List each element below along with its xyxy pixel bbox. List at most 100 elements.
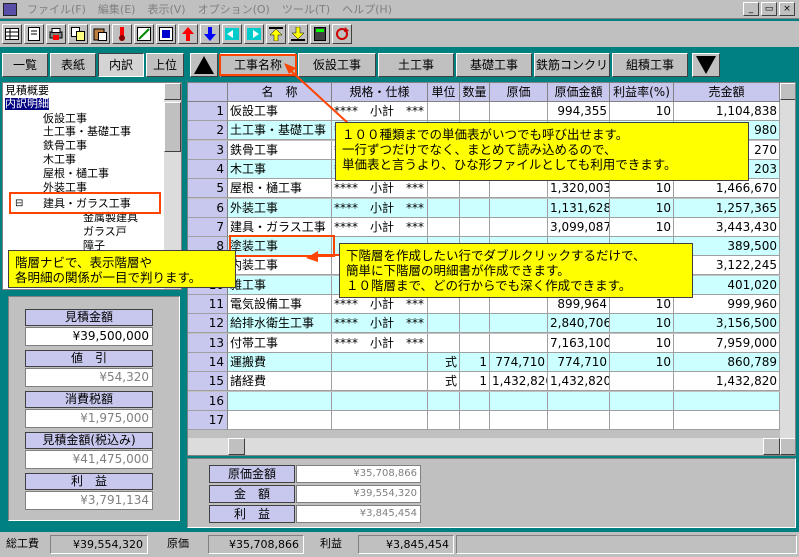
- cell-cost[interactable]: [490, 391, 548, 411]
- table-row[interactable]: 14 運搬費式 1 774,710 774,710 10 860,789: [188, 352, 780, 372]
- cell-name[interactable]: 運搬費: [228, 352, 332, 372]
- cell-rate[interactable]: 10: [610, 179, 674, 199]
- cell-cost[interactable]: [490, 333, 548, 353]
- cell-spec[interactable]: [332, 391, 428, 411]
- cell-spec[interactable]: **** 小計 ***: [332, 333, 428, 353]
- col-header-qty[interactable]: 数量: [460, 83, 490, 102]
- cell-qty[interactable]: [460, 314, 490, 334]
- cell-name[interactable]: 木工事: [228, 159, 332, 179]
- cell-qty[interactable]: [460, 391, 490, 411]
- table-row[interactable]: 13 付帯工事 **** 小計 *** 7,163,100 10 7,959,000: [188, 333, 780, 353]
- cell-name[interactable]: [228, 391, 332, 411]
- cell-rate[interactable]: 10: [610, 102, 674, 121]
- cell-cost-amount[interactable]: 2,840,706: [548, 314, 610, 334]
- table-row[interactable]: 1 仮設工事 **** 小計 *** 994,355 10 1,104,838: [188, 102, 780, 121]
- tree-item[interactable]: ガラス戸: [83, 226, 127, 238]
- cell-amount[interactable]: 1,104,838: [674, 102, 780, 121]
- arrow-down-icon[interactable]: [200, 24, 220, 44]
- grid-scroll-down-icon[interactable]: [780, 438, 795, 455]
- col-header-amount[interactable]: 売金額: [674, 83, 780, 102]
- cell-cost[interactable]: [490, 217, 548, 237]
- paste-icon[interactable]: [90, 24, 110, 44]
- arrow-up-icon[interactable]: [178, 24, 198, 44]
- cell-name[interactable]: 内装工事: [228, 256, 332, 276]
- col-header-cost[interactable]: 原価: [490, 83, 548, 102]
- cell-cost[interactable]: [490, 198, 548, 218]
- cell-amount[interactable]: 1,257,365: [674, 198, 780, 218]
- cell-rate[interactable]: [610, 391, 674, 411]
- menu-help[interactable]: ヘルプ(H): [336, 1, 398, 17]
- close-button[interactable]: ×: [779, 2, 795, 16]
- cell-rate[interactable]: [610, 410, 674, 430]
- cell-cost-amount[interactable]: 994,355: [548, 102, 610, 121]
- tab-joui[interactable]: 上位: [146, 53, 184, 77]
- cell-unit[interactable]: [428, 410, 460, 430]
- cell-spec[interactable]: **** 小計 ***: [332, 179, 428, 199]
- cell-cost-amount[interactable]: 1,131,628: [548, 198, 610, 218]
- cell-name[interactable]: 給排水衛生工事: [228, 314, 332, 334]
- print-icon[interactable]: [46, 24, 66, 44]
- new-doc-icon[interactable]: [24, 24, 44, 44]
- cell-qty[interactable]: [460, 217, 490, 237]
- cell-name[interactable]: 仮設工事: [228, 102, 332, 121]
- scroll-up-arrow-icon[interactable]: [190, 53, 218, 77]
- tab-category-5[interactable]: 組積工事: [612, 53, 688, 77]
- grid-icon[interactable]: [2, 24, 22, 44]
- cell-cost-amount[interactable]: 1,432,820: [548, 372, 610, 392]
- move-bottom-icon[interactable]: [288, 24, 308, 44]
- cell-amount[interactable]: 1,466,670: [674, 179, 780, 199]
- cell-rate[interactable]: 10: [610, 352, 674, 372]
- cell-unit[interactable]: [428, 198, 460, 218]
- col-header-rate[interactable]: 利益率(%): [610, 83, 674, 102]
- cell-spec[interactable]: [332, 410, 428, 430]
- nebiki-value[interactable]: ¥54,320: [25, 368, 153, 387]
- calc-icon[interactable]: [156, 24, 176, 44]
- tab-hyoshi[interactable]: 表紙: [50, 53, 96, 77]
- cell-cost[interactable]: [490, 179, 548, 199]
- scroll-down-arrow-icon[interactable]: [692, 53, 720, 77]
- grid-scroll-up-icon[interactable]: [780, 83, 795, 100]
- menu-view[interactable]: 表示(V): [141, 1, 191, 17]
- table-row[interactable]: 17: [188, 410, 780, 430]
- tax-value[interactable]: ¥1,975,000: [25, 409, 153, 428]
- table-row[interactable]: 5 屋根・樋工事 **** 小計 *** 1,320,003 10 1,466,670: [188, 179, 780, 199]
- move-right-icon[interactable]: [244, 24, 264, 44]
- menu-tools[interactable]: ツール(T): [276, 1, 336, 17]
- cell-name[interactable]: [228, 410, 332, 430]
- move-top-icon[interactable]: [266, 24, 286, 44]
- cell-cost-amount[interactable]: 1,320,003: [548, 179, 610, 199]
- profit-value[interactable]: ¥3,791,134: [25, 491, 153, 510]
- cell-spec[interactable]: [332, 352, 428, 372]
- minimize-button[interactable]: _: [743, 2, 759, 16]
- mitsumori-value[interactable]: ¥39,500,000: [25, 327, 153, 346]
- cell-spec[interactable]: **** 小計 ***: [332, 198, 428, 218]
- restore-button[interactable]: ▭: [761, 2, 777, 16]
- cell-unit[interactable]: [428, 217, 460, 237]
- cell-rate[interactable]: [610, 372, 674, 392]
- cell-cost-amount[interactable]: 7,163,100: [548, 333, 610, 353]
- cell-qty[interactable]: [460, 198, 490, 218]
- table-row[interactable]: 7 建具・ガラス工事 **** 小計 *** 3,099,087 10 3,443,430: [188, 217, 780, 237]
- col-header-spec[interactable]: 規格・仕様: [332, 83, 428, 102]
- col-header-cost-amount[interactable]: 原価金額: [548, 83, 610, 102]
- cell-spec[interactable]: **** 小計 ***: [332, 217, 428, 237]
- tree-item[interactable]: 仮設工事: [43, 113, 87, 125]
- cell-rate[interactable]: 10: [610, 333, 674, 353]
- col-header-unit[interactable]: 単位: [428, 83, 460, 102]
- cell-amount[interactable]: 3,443,430: [674, 217, 780, 237]
- cell-qty[interactable]: [460, 102, 490, 121]
- cell-qty[interactable]: 1: [460, 372, 490, 392]
- cell-rate[interactable]: 10: [610, 217, 674, 237]
- cell-qty[interactable]: [460, 410, 490, 430]
- cell-cost-amount[interactable]: [548, 410, 610, 430]
- cell-name[interactable]: 雑工事: [228, 275, 332, 295]
- refresh-icon[interactable]: [332, 24, 352, 44]
- scroll-thumb[interactable]: [164, 102, 181, 152]
- scroll-up-icon[interactable]: [164, 83, 181, 100]
- cell-cost[interactable]: [490, 102, 548, 121]
- cell-unit[interactable]: [428, 333, 460, 353]
- grid-vscroll[interactable]: [780, 83, 795, 455]
- cell-unit[interactable]: [428, 179, 460, 199]
- cell-rate[interactable]: 10: [610, 314, 674, 334]
- cell-cost[interactable]: [490, 410, 548, 430]
